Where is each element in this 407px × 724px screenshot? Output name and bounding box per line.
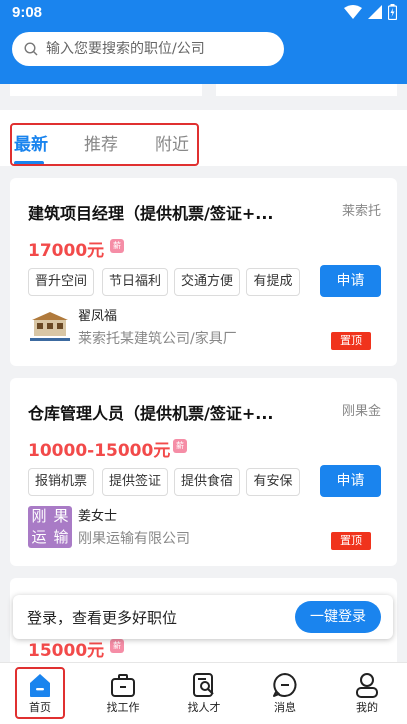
recruiter-company: 莱索托某建筑公司/家具厂: [78, 331, 237, 347]
job-card[interactable]: 仓库管理人员（提供机票/签证+... 刚果金 10000-15000元 薪 报销…: [10, 378, 397, 566]
briefcase-icon: [111, 674, 135, 697]
logo-char: 运: [31, 528, 47, 546]
status-icons: [344, 4, 397, 20]
strip-divider: [202, 84, 216, 96]
category-strip: [10, 84, 397, 96]
job-salary: 15000元: [28, 641, 105, 661]
logo-char: 刚: [31, 507, 47, 525]
nav-item-find-talent[interactable]: 找人才: [174, 663, 234, 724]
job-title[interactable]: 仓库管理人员（提供机票/签证+...: [28, 400, 274, 424]
logo-char: 输: [53, 528, 69, 546]
apply-button[interactable]: 申请: [320, 465, 381, 497]
search-box[interactable]: [12, 32, 284, 66]
battery-icon: [388, 4, 397, 20]
login-prompt: 登录，查看更多好职位 一键登录: [13, 595, 393, 639]
job-tag: 晋升空间: [28, 268, 94, 296]
apply-button[interactable]: 申请: [320, 265, 381, 297]
tabs-highlight-box: [10, 123, 199, 166]
salary-negotiable-icon: 薪: [110, 239, 124, 253]
recruiter-name: 翟凤福: [78, 309, 118, 324]
profile-icon: [356, 673, 378, 698]
recruiter-company: 刚果运输有限公司: [78, 531, 190, 547]
app-header: 9:08: [0, 0, 407, 84]
search-icon: [24, 42, 38, 56]
job-tag: 提供签证: [102, 468, 168, 496]
talent-search-icon: [193, 673, 214, 697]
salary-negotiable-icon: 薪: [173, 439, 187, 453]
logo-char: 果: [53, 507, 69, 525]
job-salary: 10000-15000元: [28, 441, 171, 461]
nav-label: 找工作: [106, 701, 140, 714]
job-title[interactable]: 建筑项目经理（提供机票/签证+...: [28, 200, 274, 224]
job-tag: 提供食宿: [174, 468, 240, 496]
pinned-badge: 置顶: [331, 532, 371, 550]
job-tag: 有提成: [246, 268, 300, 296]
wifi-icon: [344, 5, 362, 19]
job-location: 莱索托: [341, 204, 381, 219]
status-time: 9:08: [12, 4, 43, 21]
company-logo: [28, 306, 72, 348]
nav-label: 消息: [274, 701, 296, 714]
job-salary: 17000元: [28, 241, 105, 261]
message-icon: [273, 673, 297, 697]
login-prompt-text: 登录，查看更多好职位: [27, 609, 178, 627]
nav-label: 我的: [356, 701, 378, 714]
nav-item-profile[interactable]: 我的: [337, 663, 397, 724]
signal-icon: [368, 5, 382, 19]
nav-item-messages[interactable]: 消息: [255, 663, 315, 724]
job-location: 刚果金: [341, 404, 381, 419]
nav-item-find-jobs[interactable]: 找工作: [93, 663, 153, 724]
one-click-login-button[interactable]: 一键登录: [295, 601, 381, 633]
job-tag: 节日福利: [102, 268, 168, 296]
search-input[interactable]: [46, 41, 276, 57]
recruiter-name: 姜女士: [78, 509, 118, 524]
nav-highlight-box: [15, 667, 65, 719]
job-tag: 报销机票: [28, 468, 94, 496]
salary-negotiable-icon: 薪: [110, 639, 124, 653]
nav-label: 找人才: [187, 701, 221, 714]
company-logo: 刚 果 运 输: [28, 506, 72, 548]
job-tag: 有安保: [246, 468, 300, 496]
status-bar: 9:08: [0, 0, 407, 28]
job-tag: 交通方便: [174, 268, 240, 296]
pinned-badge: 置顶: [331, 332, 371, 350]
job-card[interactable]: 建筑项目经理（提供机票/签证+... 莱索托 17000元 薪 晋升空间 节日福…: [10, 178, 397, 366]
